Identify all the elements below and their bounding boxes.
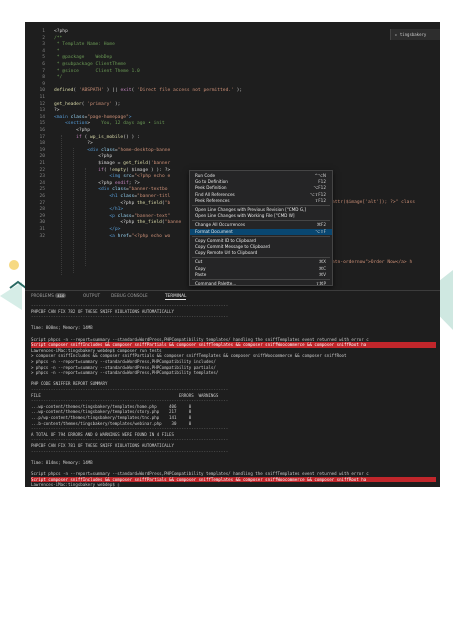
menu-separator bbox=[192, 257, 330, 259]
line-number: 18 bbox=[39, 141, 45, 147]
indent-guide bbox=[61, 135, 62, 275]
menu-separator bbox=[192, 220, 330, 222]
code-line: <?php bbox=[54, 154, 113, 160]
tab-output[interactable]: OUTPUT bbox=[83, 293, 100, 298]
bottom-panel: PROBLEMS 410 OUTPUT DEBUG CONSOLE TERMIN… bbox=[25, 290, 440, 487]
line-number: 6 bbox=[42, 62, 45, 67]
context-menu-item[interactable]: Peek References ⇧F12 bbox=[190, 198, 332, 204]
code-line: defined( 'ABSPATH' ) || exit( 'Direct fi… bbox=[54, 88, 243, 94]
line-number: 20 bbox=[39, 154, 45, 160]
menu-item-label: Copy Remote Url to Clipboard bbox=[195, 250, 258, 256]
menu-item-label: Open Line Changes with Working File ["CM… bbox=[195, 213, 295, 219]
menu-item-label: Copy Commit Message to Clipboard bbox=[195, 244, 270, 249]
tab-terminal[interactable]: TERMINAL bbox=[165, 293, 187, 300]
line-number: 5 bbox=[42, 55, 45, 61]
menu-item-label: Peek References bbox=[195, 197, 230, 203]
tab-problems[interactable]: PROBLEMS 410 bbox=[31, 293, 67, 298]
line-number: 28 bbox=[39, 207, 45, 213]
line-number: 3 bbox=[42, 42, 45, 48]
terminal-line: ----------------------------------------… bbox=[31, 448, 229, 454]
menu-separator bbox=[192, 279, 330, 280]
line-number: 1 bbox=[42, 29, 45, 34]
context-menu[interactable]: Run Code ^⌥N Go to Definition F12 Peek Defin… bbox=[189, 170, 333, 286]
code-line: <h1 class="banner-titl bbox=[109, 194, 171, 199]
terminal-line: Time: 814ms; Memory: 14MB bbox=[31, 459, 93, 465]
terminal-line: Time: 808ms; Memory: 14MB bbox=[31, 325, 93, 331]
context-menu-item[interactable]: Format Document ⌥⇧F bbox=[190, 228, 332, 235]
line-number: 32 bbox=[39, 233, 45, 239]
line-23-tail: attr($image['alt']); ?>" class bbox=[332, 200, 415, 206]
code-line: ?> bbox=[54, 141, 93, 147]
line-number: 8 bbox=[42, 75, 45, 81]
menu-item-label: Copy Commit ID to Clipboard bbox=[195, 237, 257, 243]
menu-item-label: Find All References bbox=[195, 191, 235, 197]
line-number: 21 bbox=[39, 161, 45, 166]
line-number: 13 bbox=[39, 108, 45, 114]
code-line: * Template Name: Home bbox=[54, 42, 115, 48]
indent-guide bbox=[85, 168, 86, 266]
code-line: * @subpackage ClientTheme bbox=[54, 62, 126, 67]
code-line: * @package WebDep bbox=[54, 55, 113, 61]
terminal-line: Lawrences-iMac:tingsbakery webdep$ ▯ bbox=[31, 482, 120, 487]
menu-item-label: Run Code bbox=[195, 173, 216, 178]
menu-separator bbox=[192, 235, 330, 237]
code-line: * @since Client Theme 1.0 bbox=[54, 68, 140, 74]
line-number: 11 bbox=[39, 95, 45, 100]
line-number: 31 bbox=[39, 227, 45, 232]
context-menu-item[interactable]: Copy Remote Url to Clipboard bbox=[190, 250, 332, 256]
terminal-line: ----------------------------------------… bbox=[31, 314, 229, 320]
menu-item-shortcut: ⌘V bbox=[318, 271, 326, 277]
line-number: 26 bbox=[39, 194, 45, 199]
menu-item-label: Cut bbox=[195, 259, 203, 265]
code-line: $image = get_field('banner bbox=[54, 161, 171, 166]
line-number: 10 bbox=[39, 88, 45, 94]
context-menu-item[interactable]: Open Line Changes with Working File ["CM… bbox=[190, 213, 332, 219]
line-number: 25 bbox=[39, 187, 45, 193]
code-line: <img src="<?php echo e bbox=[109, 174, 171, 180]
code-line: <?php bbox=[54, 128, 90, 133]
context-menu-item[interactable]: Paste ⌘V bbox=[190, 272, 332, 278]
menu-item-shortcut: ⇧F12 bbox=[314, 197, 326, 203]
terminal-line: > phpcs -n --report=summary --standard=W… bbox=[31, 370, 219, 376]
code-line: <a href="<?php echo wo bbox=[109, 233, 171, 239]
problems-count-badge: 410 bbox=[55, 293, 67, 298]
line-number: 23 bbox=[39, 174, 45, 180]
code-editor[interactable]: ▸ tingsbakery 1 <?php 2/** 3 * Template Nam… bbox=[25, 22, 440, 290]
code-line: */ bbox=[54, 75, 63, 81]
vscode-screenshot: ▸ tingsbakery 1 <?php 2/** 3 * Template Nam… bbox=[25, 22, 440, 487]
context-menu-item[interactable]: Command Palette... ⇧⌘P bbox=[190, 281, 332, 287]
menu-item-label: Go to Definition bbox=[195, 179, 228, 185]
menu-item-label: Open Line Changes with Previous Revision… bbox=[195, 207, 307, 212]
menu-item-label: Copy bbox=[195, 265, 206, 271]
line-number: 16 bbox=[39, 128, 45, 133]
menu-item-shortcut: ⇧⌘P bbox=[315, 281, 326, 286]
code-line: get_header( 'primary' ); bbox=[54, 101, 121, 107]
menu-item-label: Peek Definition bbox=[195, 185, 227, 191]
editor-tab-label: tingsbakery bbox=[399, 32, 427, 37]
line-number: 15 bbox=[39, 121, 45, 127]
code-line: ?> bbox=[54, 108, 60, 114]
menu-separator bbox=[192, 205, 330, 206]
line-number: 30 bbox=[39, 220, 45, 226]
code-line: <section> You, 12 days ago • init bbox=[65, 121, 165, 127]
menu-item-label: Format Document bbox=[195, 228, 233, 234]
menu-item-label: Change All Occurrences bbox=[195, 222, 246, 228]
line-32-tail: atn-ordernow">Order Now</a> h bbox=[332, 259, 413, 265]
menu-item-label: Command Palette... bbox=[195, 281, 237, 286]
indent-guide bbox=[73, 148, 74, 273]
editor-tab[interactable]: ▸ tingsbakery bbox=[390, 29, 440, 40]
menu-item-label: Paste bbox=[195, 271, 207, 277]
tab-debug-console[interactable]: DEBUG CONSOLE bbox=[111, 293, 148, 298]
code-line: </h1> bbox=[109, 207, 124, 213]
code-line: <div class="banner-textbo bbox=[98, 187, 168, 193]
panel-tabs: PROBLEMS 410 OUTPUT DEBUG CONSOLE TERMIN… bbox=[25, 291, 440, 301]
menu-item-shortcut: ⌥⇧F bbox=[315, 228, 326, 234]
code-line: </p> bbox=[109, 227, 121, 232]
code-line: <?php bbox=[54, 29, 68, 34]
